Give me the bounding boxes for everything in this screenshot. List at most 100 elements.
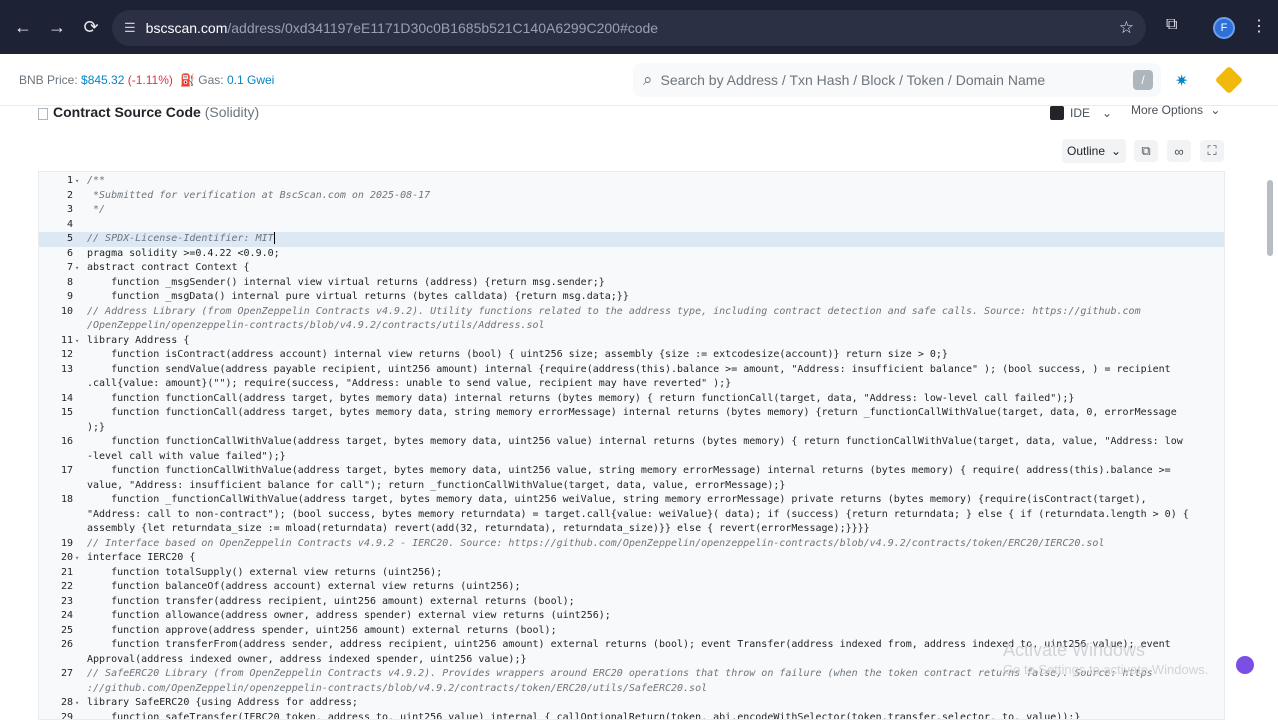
- bnb-price-value[interactable]: $845.32: [81, 73, 124, 87]
- site-header: BNB Price: $845.32 (-1.11%) ⛽ Gas: 0.1 G…: [0, 54, 1278, 106]
- ide-label: IDE: [1070, 106, 1091, 120]
- floating-app-icon[interactable]: [1236, 656, 1254, 674]
- code-line: 24 function allowance(address owner, add…: [39, 609, 1224, 624]
- code-line: 17 function functionCallWithValue(addres…: [39, 464, 1224, 479]
- code-text: "Address: call to non-contract"); (bool …: [87, 508, 1189, 520]
- line-number: 10: [60, 305, 73, 317]
- gas-pump-icon: ⛽: [180, 73, 195, 87]
- code-text: function _functionCallWithValue(address …: [87, 494, 1147, 505]
- fold-toggle-icon[interactable]: ▾: [75, 551, 79, 566]
- code-line: assembly {let returndata_size := mload(r…: [39, 522, 1224, 537]
- code-line: "Address: call to non-contract"); (bool …: [39, 508, 1224, 523]
- code-line: 22 function balanceOf(address account) e…: [39, 580, 1224, 595]
- line-number: 2: [66, 189, 73, 201]
- fold-toggle-icon[interactable]: ▾: [75, 174, 79, 189]
- more-options-button[interactable]: More Options ⌄: [1131, 103, 1220, 123]
- line-number: 18: [60, 494, 73, 505]
- outline-label: Outline: [1067, 144, 1106, 158]
- code-text: function functionCall(address target, by…: [87, 392, 1075, 404]
- contract-source-title: Contract Source Code (Solidity): [53, 104, 259, 120]
- scrollbar-thumb[interactable]: [1267, 180, 1273, 256]
- line-number: 28: [60, 697, 73, 708]
- code-text: function sendValue(address payable recip…: [87, 363, 1171, 375]
- fold-toggle-icon[interactable]: ▾: [75, 696, 79, 711]
- code-text: Approval(address indexed owner, address …: [87, 653, 527, 665]
- code-line: 28 ▾ library SafeERC20 {using Address for …: [39, 696, 1224, 711]
- code-line: 14 function functionCall(address target,…: [39, 392, 1224, 407]
- windows-activation-subtitle: Go to Settings to activate Windows.: [1003, 662, 1209, 677]
- code-text: /OpenZeppelin/openzeppelin-contracts/blo…: [87, 320, 545, 331]
- code-text: -level call with value failed");}: [87, 450, 286, 462]
- code-text: // Interface based on OpenZeppelin Contr…: [87, 537, 1105, 549]
- fold-toggle-icon[interactable]: ▾: [75, 334, 79, 349]
- line-number: 7: [66, 262, 73, 273]
- copy-icon[interactable]: ⧉: [1134, 140, 1158, 162]
- browser-menu-icon[interactable]: ⋮: [1251, 16, 1267, 36]
- url-host: bscscan.com: [145, 20, 228, 36]
- contract-language: (Solidity): [204, 104, 260, 120]
- code-text: .call{value: amount}(""); require(succes…: [87, 378, 732, 389]
- code-text: function safeTransfer(IERC20 token, addr…: [87, 711, 1081, 720]
- profile-avatar[interactable]: F: [1213, 17, 1235, 39]
- line-number: 16: [60, 436, 73, 447]
- extensions-icon[interactable]: ⧉: [1166, 16, 1177, 34]
- code-text: // SPDX-License-Identifier: MIT: [87, 232, 275, 244]
- code-text: function _msgSender() internal view virt…: [87, 276, 605, 288]
- line-number: 22: [60, 581, 73, 592]
- code-text: function transfer(address recipient, uin…: [87, 595, 575, 607]
- fold-toggle-icon[interactable]: ▾: [75, 261, 79, 276]
- chevron-down-icon: ⌄: [1102, 106, 1113, 120]
- line-number: 25: [60, 624, 73, 636]
- forward-arrow-icon[interactable]: →: [42, 12, 72, 42]
- code-line: 10 // Address Library (from OpenZeppelin …: [39, 305, 1224, 320]
- code-text: function approve(address spender, uint25…: [87, 624, 557, 636]
- code-text: function functionCallWithValue(address t…: [87, 436, 1183, 447]
- code-line: 20 ▾ interface IERC20 {: [39, 551, 1224, 566]
- code-line: 2 *Submitted for verification at BscScan…: [39, 189, 1224, 204]
- code-line: 13 function sendValue(address payable re…: [39, 363, 1224, 378]
- search-shortcut-key: /: [1133, 70, 1153, 90]
- reload-icon[interactable]: ⟳: [76, 12, 106, 42]
- code-line: 4: [39, 218, 1224, 233]
- code-line: ://github.com/OpenZeppelin/openzeppelin-…: [39, 682, 1224, 697]
- outline-dropdown-button[interactable]: Outline ⌄: [1062, 139, 1127, 163]
- code-line: 12 function isContract(address account) …: [39, 348, 1224, 363]
- line-number: 15: [60, 407, 73, 418]
- code-line: 8 function _msgSender() internal view vi…: [39, 276, 1224, 291]
- theme-toggle-icon[interactable]: ✷: [1175, 71, 1188, 91]
- code-line: 16 function functionCallWithValue(addres…: [39, 435, 1224, 450]
- site-settings-icon[interactable]: ☰: [124, 20, 136, 36]
- code-editor[interactable]: 1 ▾/** 2 *Submitted for verification at Bs…: [38, 171, 1225, 720]
- code-line: 5 // SPDX-License-Identifier: MIT: [39, 232, 1224, 247]
- code-line: 23 function transfer(address recipient, …: [39, 595, 1224, 610]
- search-input[interactable]: ⌕ Search by Address / Txn Hash / Block /…: [633, 63, 1161, 97]
- bnb-price-label: BNB Price:: [19, 73, 78, 87]
- ide-dropdown-button[interactable]: IDE ⌄: [1050, 103, 1112, 123]
- fullscreen-icon[interactable]: ⛶: [1200, 140, 1224, 162]
- bnb-price: BNB Price: $845.32 (-1.11%): [19, 73, 173, 87]
- back-arrow-icon[interactable]: ←: [8, 12, 38, 42]
- line-number: 27: [60, 668, 73, 679]
- url-path: /address/0xd341197eE1171D30c0B1685b521C1…: [227, 20, 659, 36]
- code-line: 1 ▾ /**: [39, 174, 1224, 189]
- gas-price: ⛽ Gas: 0.1 Gwei: [180, 73, 274, 87]
- gas-label: Gas:: [198, 73, 224, 87]
- code-text: assembly {let returndata_size := mload(r…: [87, 523, 870, 534]
- gas-value[interactable]: 0.1 Gwei: [227, 73, 274, 87]
- line-number: 6: [66, 247, 73, 259]
- line-number: 17: [60, 465, 73, 476]
- code-text: abstract contract Context {: [87, 262, 250, 273]
- chevron-down-icon: ⌄: [1111, 144, 1122, 158]
- code-text: *Submitted for verification at BscScan.c…: [87, 189, 431, 201]
- code-line: 18 function _functionCallWithValue(addre…: [39, 493, 1224, 508]
- code-line: 11 ▾ library Address {: [39, 334, 1224, 349]
- bookmark-star-icon[interactable]: ☆: [1119, 18, 1134, 38]
- line-number: 26: [60, 639, 73, 650]
- line-number: 20: [60, 552, 73, 563]
- address-bar[interactable]: ☰ bscscan.com/address/0xd341197eE1171D30…: [112, 10, 1146, 46]
- line-number: 1: [66, 175, 73, 186]
- code-text: // Address Library (from OpenZeppelin Co…: [87, 305, 1141, 317]
- bnb-price-change: (-1.11%): [127, 73, 173, 87]
- code-line: 6 pragma solidity >=0.4.22 <0.9.0;: [39, 247, 1224, 262]
- link-icon[interactable]: ∞: [1167, 140, 1191, 162]
